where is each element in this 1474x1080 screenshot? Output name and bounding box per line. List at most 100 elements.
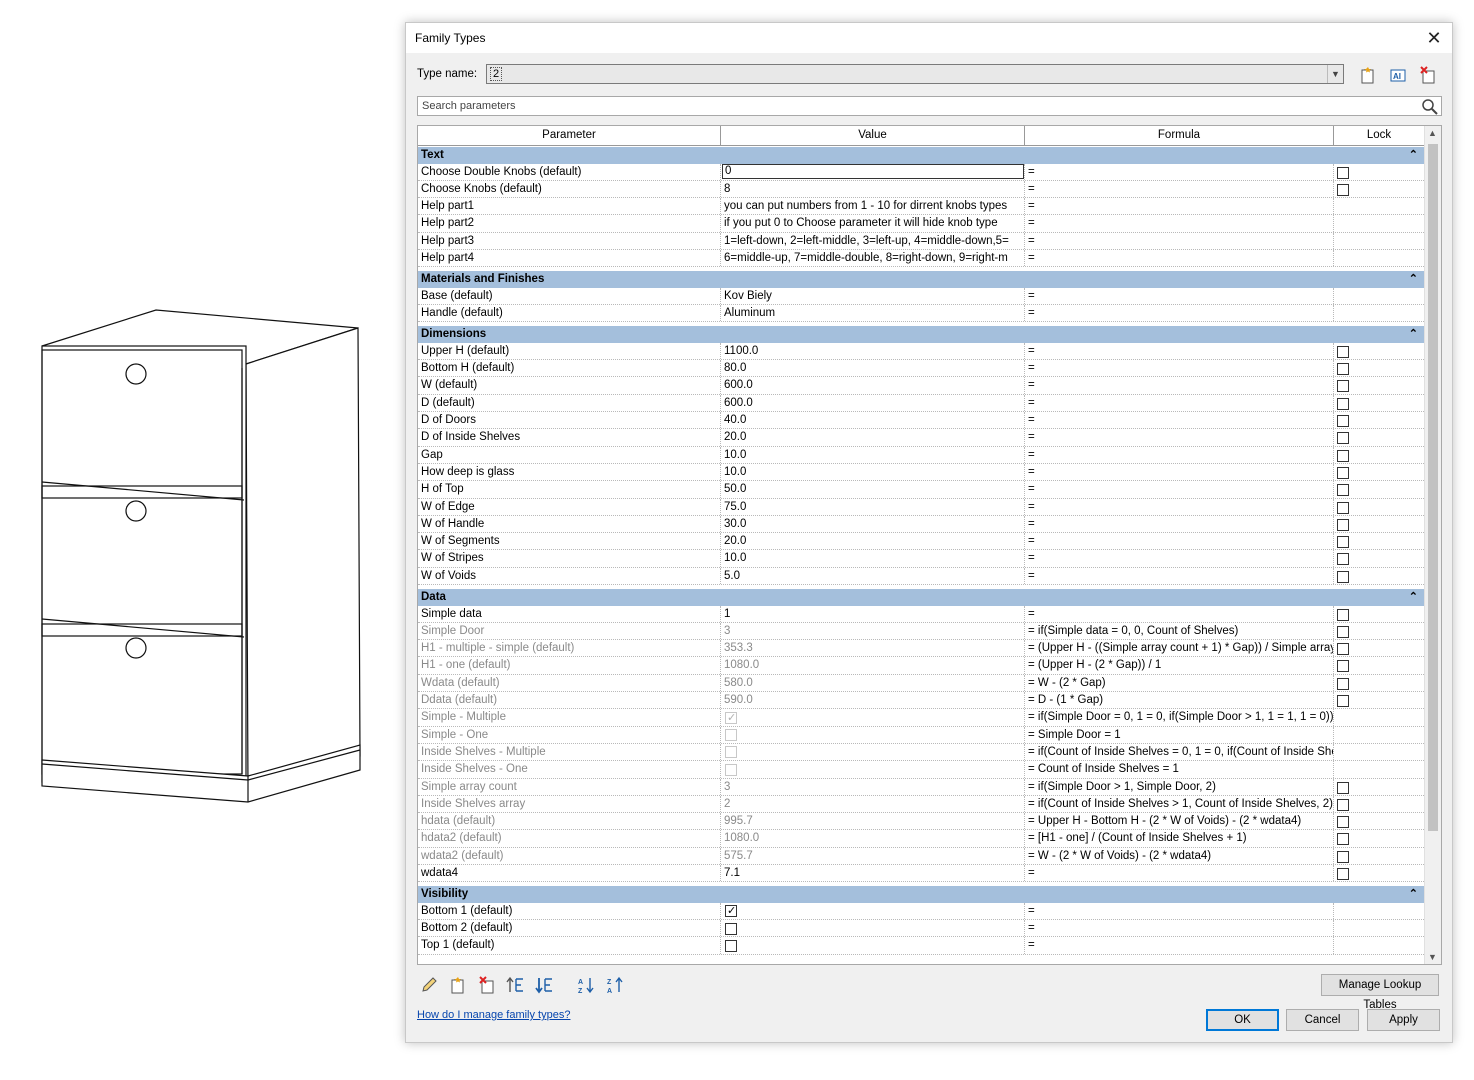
parameter-formula[interactable]: = W - (2 * Gap) [1025,674,1334,692]
parameter-value[interactable]: ✓ [721,709,1025,726]
parameter-name[interactable]: Help part4 [418,249,721,267]
parameter-lock[interactable] [1334,447,1424,463]
parameter-value[interactable]: 30.0 [721,515,1025,533]
lock-checkbox[interactable] [1337,166,1349,179]
value-checkbox[interactable] [725,922,737,935]
lock-checkbox[interactable] [1337,518,1349,531]
lock-checkbox[interactable] [1337,415,1349,428]
collapse-icon[interactable]: ⌃ [1409,589,1418,606]
column-header-lock[interactable]: Lock [1334,126,1424,146]
parameter-value[interactable]: 50.0 [721,481,1025,498]
parameter-formula[interactable]: = [1025,412,1334,429]
lock-checkbox[interactable] [1337,397,1349,410]
parameter-name[interactable]: Help part2 [418,215,721,232]
parameter-formula[interactable]: = if(Count of Inside Shelves > 1, Count … [1025,795,1334,813]
parameter-value[interactable]: 580.0 [721,674,1025,692]
parameter-name[interactable]: Simple - Multiple [418,709,721,726]
lock-checkbox[interactable] [1337,484,1349,497]
parameter-formula[interactable]: = if(Count of Inside Shelves = 0, 1 = 0,… [1025,743,1334,761]
parameter-lock[interactable] [1334,692,1424,708]
collapse-icon[interactable]: ⌃ [1409,326,1418,343]
parameter-value[interactable]: 575.7 [721,847,1025,864]
parameter-formula[interactable]: = [1025,360,1334,377]
lock-checkbox[interactable] [1337,183,1349,196]
ok-button[interactable]: OK [1206,1009,1279,1031]
parameter-name[interactable]: H of Top [418,481,721,498]
parameter-formula[interactable]: = [1025,377,1334,394]
parameter-formula[interactable]: = Upper H - Bottom H - (2 * W of Voids) … [1025,813,1334,830]
collapse-icon[interactable]: ⌃ [1409,886,1418,903]
parameter-formula[interactable]: = [1025,920,1334,937]
lock-checkbox[interactable] [1337,695,1349,708]
lock-checkbox[interactable] [1337,677,1349,690]
cancel-button[interactable]: Cancel [1286,1009,1359,1031]
parameter-name[interactable]: Wdata (default) [418,674,721,692]
parameter-formula[interactable]: = Count of Inside Shelves = 1 [1025,761,1334,778]
parameter-lock[interactable] [1334,395,1424,411]
lock-checkbox[interactable] [1337,798,1349,811]
collapse-icon[interactable]: ⌃ [1409,271,1418,288]
parameter-lock[interactable] [1334,481,1424,497]
parameter-value[interactable]: 10.0 [721,550,1025,567]
parameter-value[interactable]: 600.0 [721,377,1025,394]
parameter-name[interactable]: hdata2 (default) [418,830,721,847]
value-checkbox[interactable] [725,763,737,776]
parameter-formula[interactable]: = [1025,515,1334,533]
pencil-icon[interactable] [418,974,440,996]
parameter-value[interactable]: 1080.0 [721,657,1025,674]
parameter-value[interactable]: 10.0 [721,463,1025,481]
parameter-value[interactable]: if you put 0 to Choose parameter it will… [721,215,1025,232]
parameter-formula[interactable]: = [1025,481,1334,498]
parameter-value[interactable]: 8 [721,180,1025,198]
value-checkbox[interactable]: ✓ [725,905,737,918]
parameter-value[interactable]: 3 [721,622,1025,640]
parameter-name[interactable]: Upper H (default) [418,342,721,360]
parameter-lock[interactable] [1334,865,1424,881]
parameter-name[interactable]: Top 1 (default) [418,937,721,954]
parameter-name[interactable]: W of Segments [418,533,721,550]
parameter-lock[interactable] [1334,343,1424,359]
parameter-lock[interactable] [1334,606,1424,622]
parameter-value[interactable] [721,937,1025,954]
group-header-data[interactable]: Data ⌃ [418,588,1424,606]
parameter-name[interactable]: H1 - one (default) [418,657,721,674]
parameter-value[interactable]: 40.0 [721,412,1025,429]
parameter-lock[interactable] [1334,412,1424,428]
parameter-name[interactable]: Simple Door [418,622,721,640]
lock-checkbox[interactable] [1337,781,1349,794]
parameter-lock[interactable] [1334,164,1424,180]
parameter-lock[interactable] [1334,360,1424,376]
parameter-lock[interactable] [1334,779,1424,795]
parameter-formula[interactable]: = [H1 - one] / (Count of Inside Shelves … [1025,830,1334,847]
parameter-formula[interactable]: = if(Simple data = 0, 0, Count of Shelve… [1025,622,1334,640]
lock-checkbox[interactable] [1337,501,1349,514]
lock-checkbox[interactable] [1337,466,1349,479]
scrollbar-thumb[interactable] [1428,144,1438,831]
parameter-name[interactable]: W of Voids [418,567,721,585]
value-checkbox[interactable]: ✓ [725,711,737,724]
parameter-formula[interactable]: = (Upper H - ((Simple array count + 1) *… [1025,640,1334,657]
parameter-value[interactable] [721,726,1025,743]
lock-checkbox[interactable] [1337,380,1349,393]
new-type-icon[interactable] [1358,65,1378,85]
parameter-value[interactable]: 20.0 [721,533,1025,550]
parameter-lock[interactable] [1334,516,1424,532]
lock-checkbox[interactable] [1337,816,1349,829]
parameter-name[interactable]: W of Handle [418,515,721,533]
sort-descending-icon[interactable]: ZA [605,974,627,996]
parameter-name[interactable]: Bottom 1 (default) [418,902,721,920]
parameter-value[interactable]: Aluminum [721,305,1025,322]
group-header-dimensions[interactable]: Dimensions ⌃ [418,325,1424,343]
parameter-formula[interactable]: = W - (2 * W of Voids) - (2 * wdata4) [1025,847,1334,864]
parameter-value[interactable]: 1=left-down, 2=left-middle, 3=left-up, 4… [721,232,1025,249]
group-header-materials-and-finishes[interactable]: Materials and Finishes ⌃ [418,270,1424,288]
parameter-formula[interactable]: = [1025,180,1334,198]
parameter-formula[interactable]: = [1025,305,1334,322]
parameter-name[interactable]: wdata4 [418,864,721,882]
lock-checkbox[interactable] [1337,536,1349,549]
parameter-value[interactable]: Kov Biely [721,287,1025,305]
parameter-lock[interactable] [1334,499,1424,515]
parameter-value[interactable]: 590.0 [721,692,1025,709]
parameter-name[interactable]: D of Doors [418,412,721,429]
delete-type-icon[interactable] [1418,65,1438,85]
